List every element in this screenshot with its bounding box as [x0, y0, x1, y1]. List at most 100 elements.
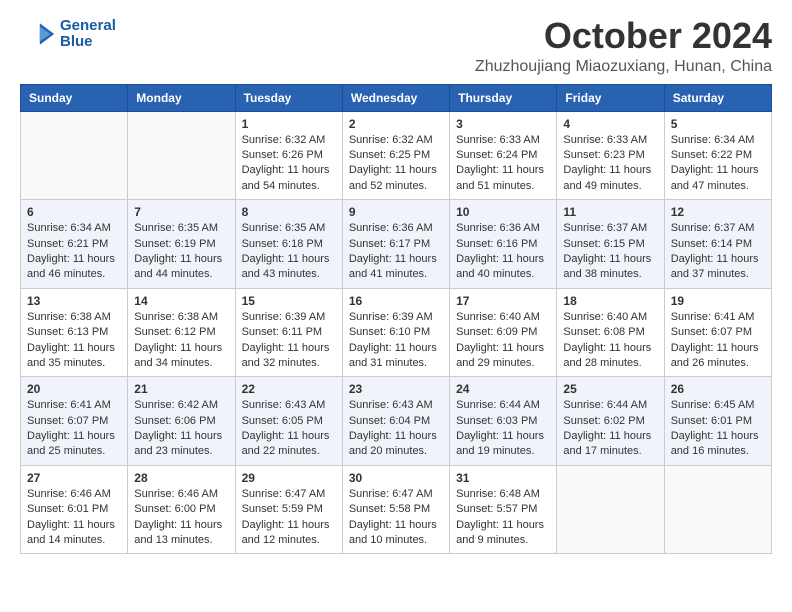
calendar-cell: 19 Sunrise: 6:41 AMSunset: 6:07 PMDayligh…: [664, 288, 771, 377]
calendar-header-row: SundayMondayTuesdayWednesdayThursdayFrid…: [21, 84, 772, 111]
day-info: Daylight: 11 hours and 43 minutes.: [242, 252, 336, 283]
day-info: Daylight: 11 hours and 26 minutes.: [671, 341, 765, 372]
day-info: Sunset: 6:24 PM: [456, 148, 550, 163]
day-info: Daylight: 11 hours and 17 minutes.: [563, 429, 657, 460]
day-number: 31: [456, 471, 550, 485]
day-info: Sunset: 6:19 PM: [134, 237, 228, 252]
day-info: Daylight: 11 hours and 49 minutes.: [563, 163, 657, 194]
day-info: Sunrise: 6:47 AM: [349, 487, 443, 502]
day-info: Sunset: 6:06 PM: [134, 414, 228, 429]
day-info: Daylight: 11 hours and 12 minutes.: [242, 518, 336, 549]
day-number: 21: [134, 382, 228, 396]
day-info: Daylight: 11 hours and 13 minutes.: [134, 518, 228, 549]
day-number: 23: [349, 382, 443, 396]
calendar-cell: 11Sunrise: 6:37 AMSunset: 6:15 PMDayligh…: [557, 200, 664, 289]
day-info: Daylight: 11 hours and 28 minutes.: [563, 341, 657, 372]
calendar-cell: 27Sunrise: 6:46 AMSunset: 6:01 PMDayligh…: [21, 465, 128, 554]
day-info: Sunrise: 6:39 AM: [242, 310, 336, 325]
day-info: Sunrise: 6:40 AM: [563, 310, 657, 325]
day-info: Daylight: 11 hours and 46 minutes.: [27, 252, 121, 283]
calendar-cell: 6Sunrise: 6:34 AMSunset: 6:21 PMDaylight…: [21, 200, 128, 289]
day-info: Sunrise: 6:43 AM: [349, 398, 443, 413]
day-number: 6: [27, 205, 121, 219]
calendar-cell: [128, 111, 235, 200]
day-number: 20: [27, 382, 121, 396]
calendar-table: SundayMondayTuesdayWednesdayThursdayFrid…: [20, 84, 772, 555]
day-info: Sunrise: 6:47 AM: [242, 487, 336, 502]
day-info: Sunset: 6:26 PM: [242, 148, 336, 163]
location-title: Zhuzhoujiang Miaozuxiang, Hunan, China: [475, 58, 772, 76]
day-info: Sunset: 6:11 PM: [242, 325, 336, 340]
day-info: Daylight: 11 hours and 41 minutes.: [349, 252, 443, 283]
day-info: Sunrise: 6:38 AM: [27, 310, 121, 325]
calendar-cell: 9Sunrise: 6:36 AMSunset: 6:17 PMDaylight…: [342, 200, 449, 289]
day-info: Sunset: 6:08 PM: [563, 325, 657, 340]
day-info: Sunset: 6:07 PM: [27, 414, 121, 429]
day-info: Sunset: 6:13 PM: [27, 325, 121, 340]
day-number: 26: [671, 382, 765, 396]
calendar-cell: [557, 465, 664, 554]
page-header: General Blue October 2024 Zhuzhoujiang M…: [20, 16, 772, 76]
day-info: Sunset: 6:04 PM: [349, 414, 443, 429]
day-info: Sunset: 6:09 PM: [456, 325, 550, 340]
calendar-cell: 3 Sunrise: 6:33 AMSunset: 6:24 PMDaylight…: [450, 111, 557, 200]
day-info: Sunrise: 6:33 AM: [456, 133, 550, 148]
day-number: 7: [134, 205, 228, 219]
calendar-day-header: Monday: [128, 84, 235, 111]
day-info: Sunset: 6:23 PM: [563, 148, 657, 163]
logo-line1: General: [60, 17, 116, 34]
day-number: 27: [27, 471, 121, 485]
day-number: 13: [27, 294, 121, 308]
day-info: Sunset: 6:01 PM: [27, 502, 121, 517]
logo-line2: Blue: [60, 33, 93, 50]
day-number: 28: [134, 471, 228, 485]
day-info: Daylight: 11 hours and 23 minutes.: [134, 429, 228, 460]
day-info: Sunrise: 6:34 AM: [27, 221, 121, 236]
day-info: Sunrise: 6:34 AM: [671, 133, 765, 148]
calendar-cell: 31Sunrise: 6:48 AMSunset: 5:57 PMDayligh…: [450, 465, 557, 554]
calendar-cell: 20Sunrise: 6:41 AMSunset: 6:07 PMDayligh…: [21, 377, 128, 466]
day-info: Daylight: 11 hours and 20 minutes.: [349, 429, 443, 460]
calendar-week-row: 20 Sunrise: 6:41 AMSunset: 6:07 PM Dayligh…: [21, 377, 772, 466]
day-info: Daylight: 11 hours and 51 minutes.: [456, 163, 550, 194]
day-info: Sunrise: 6:32 AM: [349, 133, 443, 148]
logo-icon: [20, 16, 56, 52]
day-number: 3: [456, 117, 550, 131]
day-info: Sunrise: 6:35 AM: [242, 221, 336, 236]
day-number: 25: [563, 382, 657, 396]
day-number: 29: [242, 471, 336, 485]
day-number: 2: [349, 117, 443, 131]
day-info: Sunrise: 6:46 AM: [134, 487, 228, 502]
calendar-cell: 10Sunrise: 6:36 AMSunset: 6:16 PMDayligh…: [450, 200, 557, 289]
calendar-cell: 17Sunrise: 6:40 AMSunset: 6:09 PMDayligh…: [450, 288, 557, 377]
day-info: Sunrise: 6:32 AM: [242, 133, 336, 148]
day-number: 14: [134, 294, 228, 308]
day-info: Daylight: 11 hours and 19 minutes.: [456, 429, 550, 460]
month-title: October 2024: [475, 16, 772, 56]
calendar-week-row: 6Sunrise: 6:34 AMSunset: 6:21 PMDaylight…: [21, 200, 772, 289]
day-number: 19: [671, 294, 765, 308]
calendar-cell: 24Sunrise: 6:44 AMSunset: 6:03 PMDayligh…: [450, 377, 557, 466]
calendar-cell: 8Sunrise: 6:35 AMSunset: 6:18 PMDaylight…: [235, 200, 342, 289]
calendar-cell: 21Sunrise: 6:42 AMSunset: 6:06 PMDayligh…: [128, 377, 235, 466]
calendar-cell: 7Sunrise: 6:35 AMSunset: 6:19 PMDaylight…: [128, 200, 235, 289]
day-info: Sunset: 6:01 PM: [671, 414, 765, 429]
day-info: Sunrise: 6:44 AM: [456, 398, 550, 413]
day-info: Sunset: 6:07 PM: [671, 325, 765, 340]
day-info: Daylight: 11 hours and 14 minutes.: [27, 518, 121, 549]
day-info: Sunrise: 6:41 AM: [671, 310, 765, 325]
day-info: Sunrise: 6:37 AM: [671, 221, 765, 236]
day-info: Daylight: 11 hours and 44 minutes.: [134, 252, 228, 283]
day-info: Daylight: 11 hours and 34 minutes.: [134, 341, 228, 372]
day-info: Sunset: 6:10 PM: [349, 325, 443, 340]
calendar-cell: [664, 465, 771, 554]
day-info: Sunset: 6:12 PM: [134, 325, 228, 340]
day-info: Daylight: 11 hours and 47 minutes.: [671, 163, 765, 194]
day-info: Sunset: 6:25 PM: [349, 148, 443, 163]
day-info: Sunrise: 6:43 AM: [242, 398, 336, 413]
logo-text: General Blue: [60, 18, 116, 51]
day-number: 12: [671, 205, 765, 219]
day-info: Sunrise: 6:41 AM: [27, 398, 121, 413]
day-info: Daylight: 11 hours and 16 minutes.: [671, 429, 765, 460]
calendar-cell: 13Sunrise: 6:38 AMSunset: 6:13 PMDayligh…: [21, 288, 128, 377]
